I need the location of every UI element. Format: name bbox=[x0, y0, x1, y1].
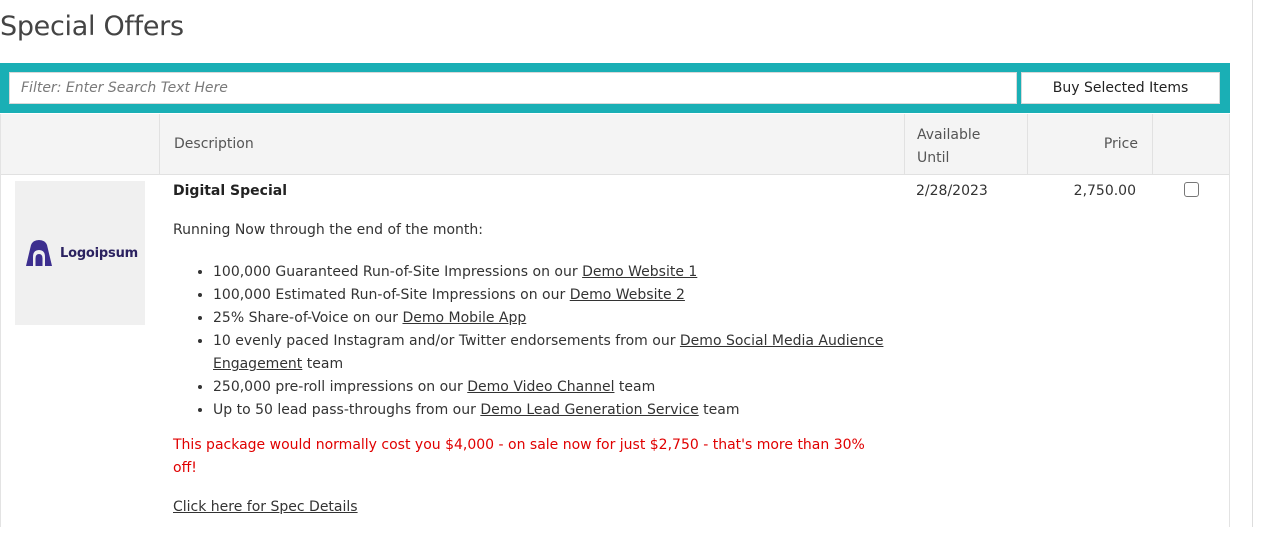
list-item: 100,000 Guaranteed Run-of-Site Impressio… bbox=[213, 261, 893, 284]
list-item: 25% Share-of-Voice on our Demo Mobile Ap… bbox=[213, 307, 893, 330]
column-header-price: Price bbox=[1027, 114, 1152, 175]
price-value: 2,750.00 bbox=[1073, 183, 1136, 199]
column-header-available-until: Available Until bbox=[904, 114, 1027, 175]
column-header-label: Description bbox=[174, 136, 254, 152]
logo-mark-icon bbox=[26, 240, 53, 266]
offer-title: Digital Special bbox=[173, 183, 287, 199]
available-until-value: 2/28/2023 bbox=[916, 183, 988, 199]
list-item: 10 evenly paced Instagram and/or Twitter… bbox=[213, 330, 893, 376]
column-header-label: Price bbox=[1103, 136, 1138, 152]
logo: Logoipsum bbox=[22, 239, 138, 267]
feature-text: team bbox=[302, 356, 344, 372]
feature-text: 100,000 Guaranteed Run-of-Site Impressio… bbox=[213, 264, 583, 280]
demo-lead-generation-link[interactable]: Demo Lead Generation Service bbox=[480, 402, 698, 418]
feature-text: Up to 50 lead pass-throughs from our bbox=[213, 402, 481, 418]
scrollbar-track[interactable] bbox=[1252, 0, 1253, 527]
column-header-select bbox=[1152, 114, 1230, 175]
list-item: 100,000 Estimated Run-of-Site Impression… bbox=[213, 284, 893, 307]
feature-list: 100,000 Guaranteed Run-of-Site Impressio… bbox=[173, 261, 893, 422]
table-header: Description Available Until Price bbox=[1, 114, 1229, 175]
demo-video-channel-link[interactable]: Demo Video Channel bbox=[467, 379, 614, 395]
search-input[interactable] bbox=[9, 72, 1017, 104]
select-item-checkbox[interactable] bbox=[1184, 182, 1199, 197]
feature-text: 10 evenly paced Instagram and/or Twitter… bbox=[213, 333, 680, 349]
sale-note: This package would normally cost you $4,… bbox=[173, 437, 865, 476]
column-header-label: Available Until bbox=[917, 127, 981, 166]
spec-details-link[interactable]: Click here for Spec Details bbox=[173, 499, 358, 515]
logo-text: Logoipsum bbox=[60, 245, 138, 261]
demo-mobile-app-link[interactable]: Demo Mobile App bbox=[402, 310, 526, 326]
feature-text: team bbox=[698, 402, 740, 418]
buy-selected-items-button[interactable]: Buy Selected Items bbox=[1021, 72, 1220, 104]
feature-text: 25% Share-of-Voice on our bbox=[213, 310, 403, 326]
page-title: Special Offers bbox=[0, 11, 184, 42]
offers-table: Description Available Until Price Logoip… bbox=[0, 114, 1230, 527]
column-header-description: Description bbox=[159, 114, 904, 175]
feature-text: team bbox=[614, 379, 656, 395]
list-item: Up to 50 lead pass-throughs from our Dem… bbox=[213, 399, 893, 422]
filter-bar: Buy Selected Items bbox=[0, 63, 1230, 113]
table-row: Logoipsum Digital Special Running Now th… bbox=[1, 175, 1229, 535]
offer-logo: Logoipsum bbox=[15, 181, 145, 325]
demo-website-1-link[interactable]: Demo Website 1 bbox=[582, 264, 697, 280]
offer-intro: Running Now through the end of the month… bbox=[173, 222, 483, 238]
feature-text: 250,000 pre-roll impressions on our bbox=[213, 379, 468, 395]
feature-text: 100,000 Estimated Run-of-Site Impression… bbox=[213, 287, 570, 303]
list-item: 250,000 pre-roll impressions on our Demo… bbox=[213, 376, 893, 399]
demo-website-2-link[interactable]: Demo Website 2 bbox=[570, 287, 685, 303]
